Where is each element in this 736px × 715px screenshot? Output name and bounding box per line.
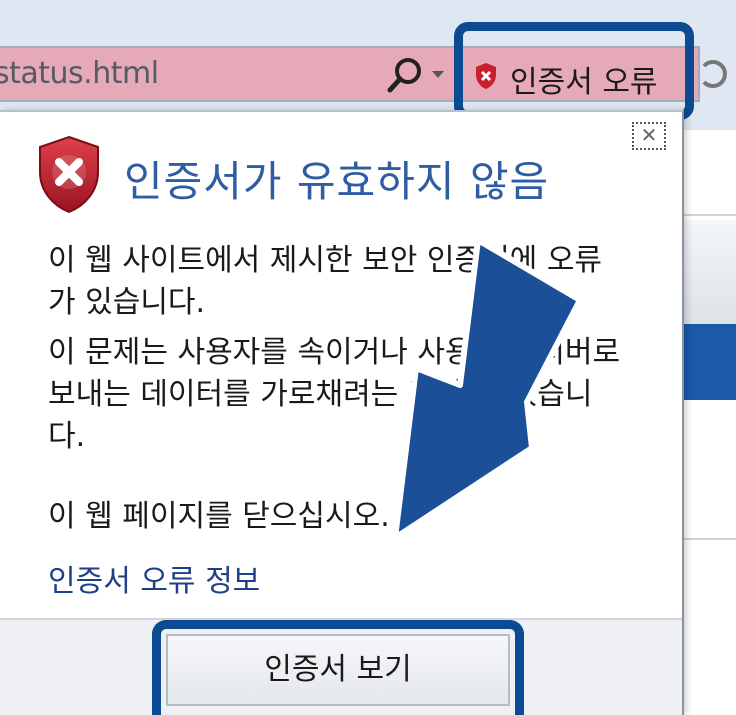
url-text[interactable]: status.html — [0, 56, 159, 91]
close-icon[interactable]: ✕ — [632, 122, 666, 150]
page-divider — [684, 214, 736, 216]
page-content-band — [684, 402, 736, 540]
error-message: 이 웹 사이트에서 제시한 보안 인증서에 오류가 있습니다. — [48, 243, 603, 320]
highlight-frame-view-cert — [152, 620, 524, 715]
chevron-down-icon[interactable] — [430, 66, 446, 82]
recommendation-message: 이 웹 페이지를 닫으십시오. — [48, 499, 390, 534]
cert-error-info-link[interactable]: 인증서 오류 정보 — [48, 556, 260, 600]
page-header-band — [684, 220, 736, 324]
popup-title: 인증서가 유효하지 않음 — [124, 157, 550, 206]
page-nav-band — [684, 324, 736, 400]
highlight-frame-cert-error — [454, 22, 694, 120]
background-page — [684, 130, 736, 715]
warning-message: 이 문제는 사용자를 속이거나 사용자가 서버로 보내는 데이터를 가로채려는 … — [48, 335, 621, 454]
refresh-icon[interactable] — [700, 56, 730, 92]
search-icon[interactable] — [386, 55, 426, 95]
error-shield-icon — [39, 135, 99, 214]
